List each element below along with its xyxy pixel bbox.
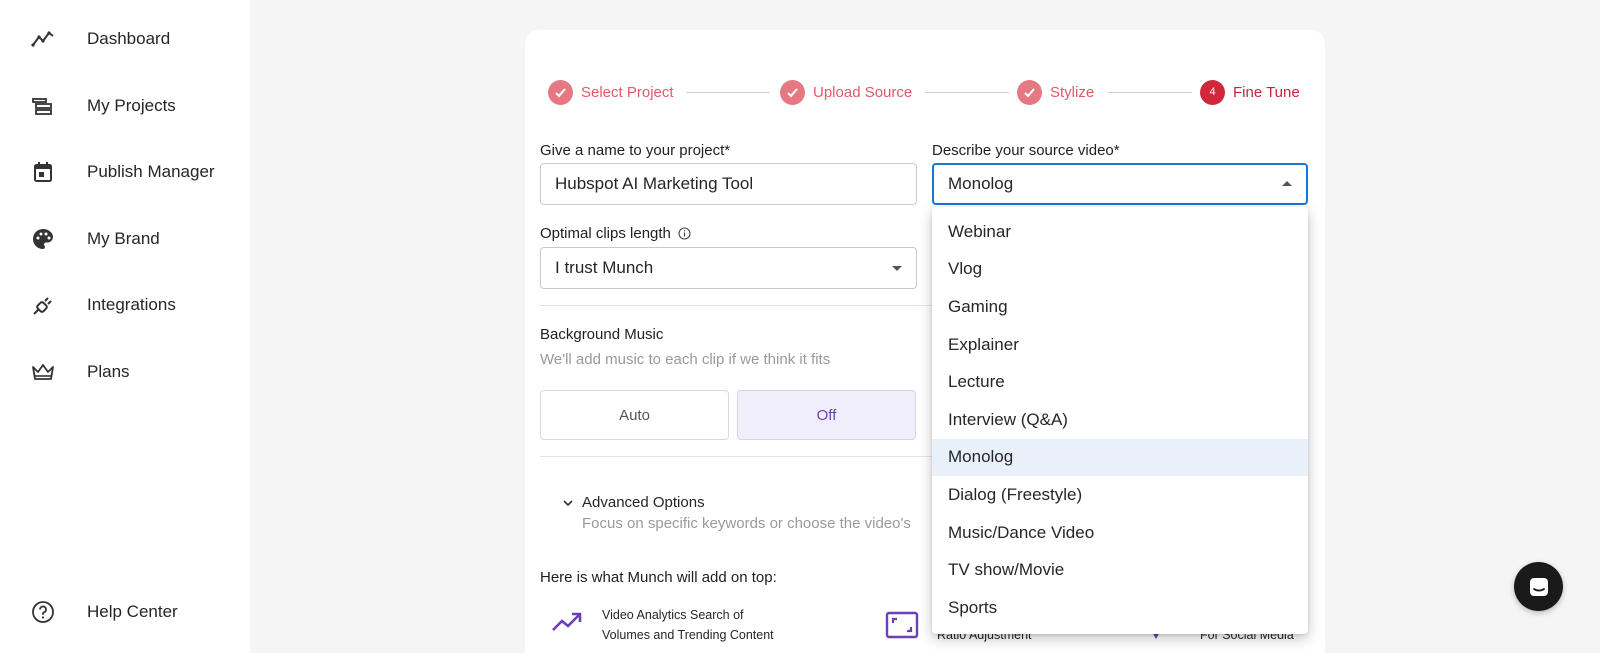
feature-analytics: Video Analytics Search of Volumes and Tr… — [602, 605, 774, 645]
stepper-connector — [1108, 92, 1192, 93]
sidebar-item-my-brand[interactable]: My Brand — [0, 217, 250, 261]
background-music-title: Background Music — [540, 326, 664, 343]
step-number: 4 — [1200, 79, 1225, 105]
dropdown-option-webinar[interactable]: Webinar — [932, 213, 1308, 251]
caret-down-icon — [892, 266, 902, 271]
sidebar-item-dashboard[interactable]: Dashboard — [0, 17, 250, 61]
clips-length-label: Optimal clips length — [540, 225, 671, 242]
help-circle-icon — [30, 599, 56, 625]
info-icon[interactable] — [678, 227, 691, 240]
advanced-options-toggle[interactable]: Advanced Options — [562, 494, 705, 511]
source-video-label: Describe your source video* — [932, 142, 1120, 159]
feature-analytics-line1: Video Analytics Search of — [602, 608, 744, 622]
sidebar-item-my-projects[interactable]: My Projects — [0, 84, 250, 128]
clips-length-select[interactable]: I trust Munch — [540, 247, 917, 289]
dropdown-option-monolog[interactable]: Monolog — [932, 438, 1308, 477]
check-icon — [1017, 79, 1042, 105]
dropdown-option-interview[interactable]: Interview (Q&A) — [932, 401, 1308, 439]
step-stylize[interactable]: Stylize — [1017, 79, 1094, 105]
dropdown-option-tv-show-movie[interactable]: TV show/Movie — [932, 551, 1308, 589]
check-icon — [780, 79, 805, 105]
step-label: Upload Source — [813, 83, 913, 101]
calendar-icon — [30, 159, 56, 185]
step-label: Fine Tune — [1233, 83, 1300, 101]
source-video-select[interactable]: Monolog — [932, 163, 1308, 205]
plug-icon — [30, 292, 56, 318]
dropdown-option-sports[interactable]: Sports — [932, 589, 1308, 627]
feature-analytics-line2: Volumes and Trending Content — [602, 628, 774, 642]
divider — [540, 456, 935, 457]
sidebar-item-label: Integrations — [87, 295, 176, 314]
stepper-connector — [925, 92, 1009, 93]
check-icon — [548, 79, 573, 105]
source-video-value: Monolog — [948, 174, 1014, 193]
advanced-options-subtitle: Focus on specific keywords or choose the… — [582, 515, 911, 532]
step-fine-tune[interactable]: 4 Fine Tune — [1200, 79, 1300, 105]
step-select-project[interactable]: Select Project — [548, 79, 674, 105]
dropdown-option-explainer[interactable]: Explainer — [932, 326, 1308, 364]
sidebar-item-label: My Brand — [87, 229, 160, 248]
trending-up-icon — [551, 611, 583, 633]
project-name-label: Give a name to your project* — [540, 142, 731, 159]
background-music-subtitle: We'll add music to each clip if we think… — [540, 351, 831, 368]
dropdown-option-music-dance[interactable]: Music/Dance Video — [932, 514, 1308, 552]
advanced-options-title: Advanced Options — [582, 494, 705, 511]
project-name-input[interactable]: Hubspot AI Marketing Tool — [540, 163, 917, 205]
sidebar: Dashboard My Projects Publish Manager My… — [0, 0, 250, 653]
clips-length-label-row: Optimal clips length — [540, 225, 691, 242]
step-upload-source[interactable]: Upload Source — [780, 79, 912, 105]
sidebar-item-label: Help Center — [87, 602, 178, 621]
dropdown-option-vlog[interactable]: Vlog — [932, 251, 1308, 289]
dropdown-option-dialog[interactable]: Dialog (Freestyle) — [932, 476, 1308, 514]
divider — [540, 305, 935, 306]
sidebar-item-label: My Projects — [87, 96, 176, 115]
dropdown-option-gaming[interactable]: Gaming — [932, 288, 1308, 326]
music-auto-button[interactable]: Auto — [540, 390, 729, 440]
extras-title: Here is what Munch will add on top: — [540, 569, 777, 586]
sidebar-item-label: Plans — [87, 362, 130, 381]
music-off-button[interactable]: Off — [737, 390, 916, 440]
caret-up-icon — [1282, 181, 1292, 186]
sidebar-item-plans[interactable]: Plans — [0, 350, 250, 394]
chevron-down-icon — [562, 497, 574, 509]
trending-chart-icon — [30, 26, 56, 52]
step-label: Select Project — [581, 83, 674, 101]
sidebar-item-integrations[interactable]: Integrations — [0, 283, 250, 327]
stepper-connector — [686, 92, 770, 93]
palette-icon — [30, 226, 56, 252]
chat-icon — [1527, 575, 1551, 599]
crown-icon — [30, 359, 56, 385]
source-video-dropdown: Webinar Vlog Gaming Explainer Lecture In… — [932, 207, 1308, 634]
chat-launcher-button[interactable] — [1514, 562, 1563, 611]
clips-length-value: I trust Munch — [555, 258, 654, 277]
sidebar-item-publish-manager[interactable]: Publish Manager — [0, 150, 250, 194]
projects-stack-icon — [30, 93, 56, 119]
sidebar-item-label: Publish Manager — [87, 162, 215, 181]
sidebar-item-label: Dashboard — [87, 29, 171, 48]
dropdown-option-lecture[interactable]: Lecture — [932, 363, 1308, 401]
aspect-ratio-icon — [885, 611, 919, 639]
sidebar-item-help-center[interactable]: Help Center — [0, 590, 250, 634]
step-label: Stylize — [1050, 83, 1095, 101]
